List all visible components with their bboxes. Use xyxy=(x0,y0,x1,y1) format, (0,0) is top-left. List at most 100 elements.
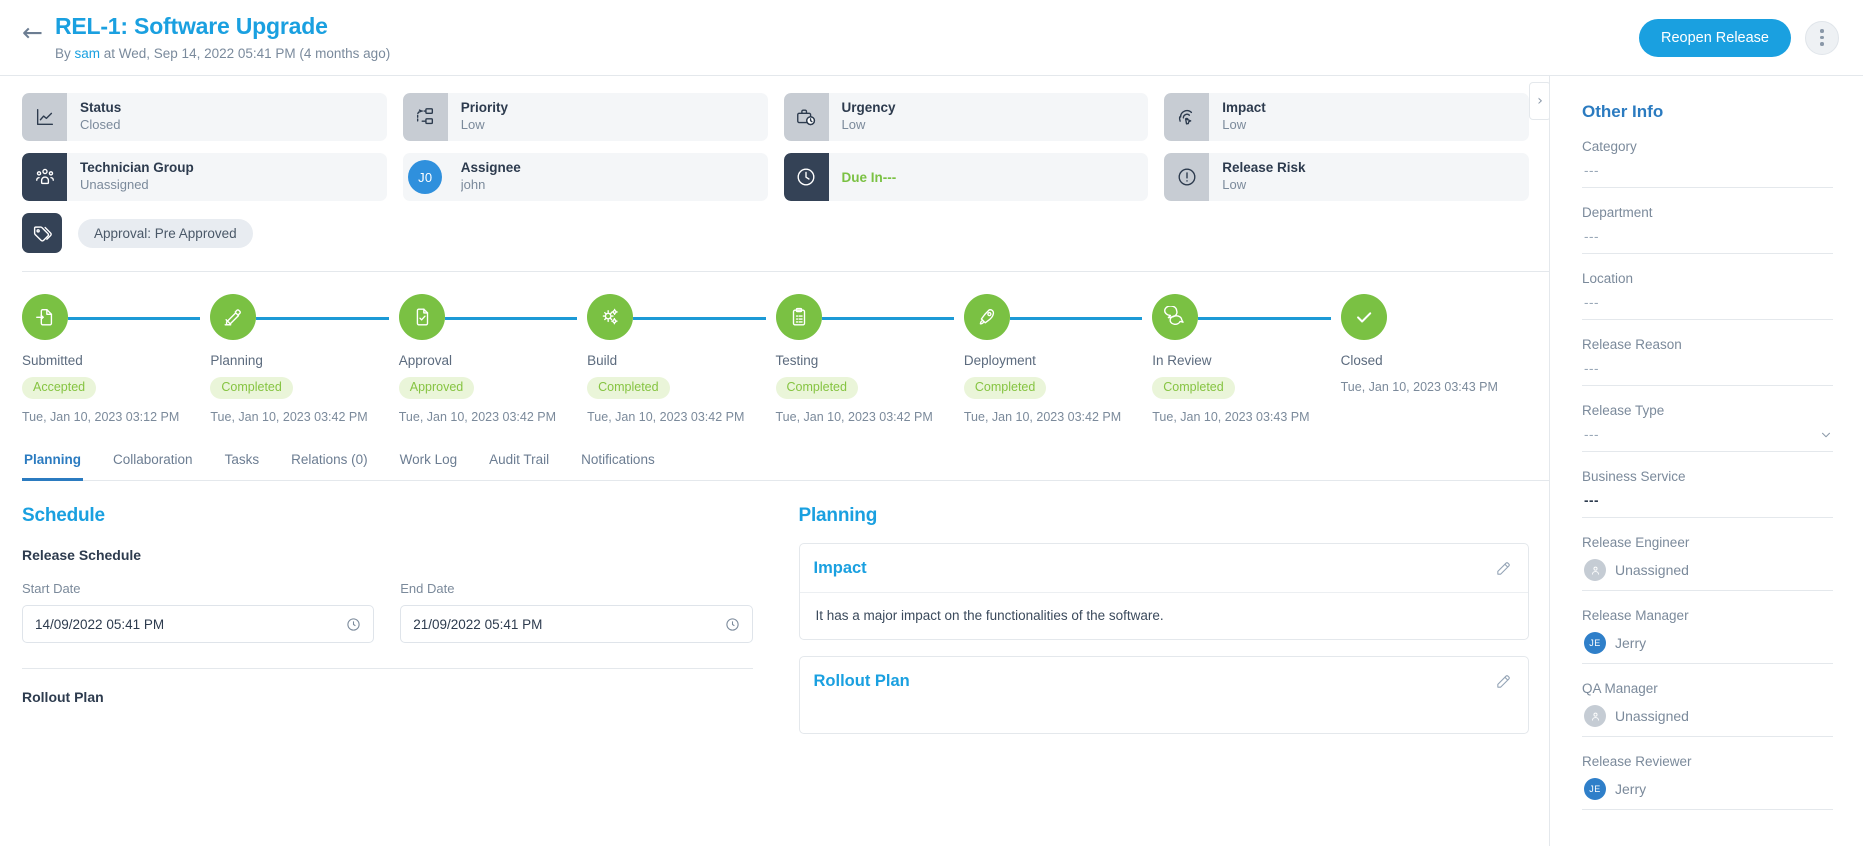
side-field-value[interactable]: --- xyxy=(1582,352,1833,386)
stepper-status-badge: Completed xyxy=(963,377,1047,399)
info-card-row-2: Technician Group Unassigned J0 Assignee john… xyxy=(22,153,1529,201)
info-card-urgency[interactable]: Urgency Low xyxy=(783,93,1149,141)
info-card-label: Technician Group xyxy=(80,159,194,175)
side-field-label: Category xyxy=(1582,139,1637,154)
info-card-row-1: Status Closed Priority Low Urgency Low Impact L… xyxy=(22,93,1529,141)
side-field-person-name: Unassigned xyxy=(1615,708,1689,724)
info-card-impact[interactable]: Impact Low xyxy=(1164,93,1529,141)
side-field-value[interactable]: --- xyxy=(1582,418,1833,452)
info-card-label: Priority xyxy=(460,99,509,115)
main-column: Status Closed Priority Low Urgency Low Impact L… xyxy=(0,76,1550,846)
side-field-label: Release Manager xyxy=(1582,608,1689,623)
side-field-label: Release Reason xyxy=(1582,337,1682,352)
tab-notifications[interactable]: Notifications xyxy=(579,452,657,481)
avatar xyxy=(1584,559,1606,581)
stepper-connector xyxy=(256,317,389,320)
back-arrow-icon[interactable]: ← xyxy=(22,20,43,45)
start-date-label: Start Date xyxy=(22,581,81,597)
tab-content: Schedule Release Schedule Start Date 14/… xyxy=(22,481,1549,735)
planning-block-body: It has a major impact on the functionali… xyxy=(815,608,1164,624)
doc-check-icon xyxy=(398,294,445,340)
stepper-step-planning[interactable]: Planning Completed Tue, Jan 10, 2023 03:42… xyxy=(210,294,398,426)
stepper-status-badge: Completed xyxy=(1152,377,1235,399)
due-in-text: Due In--- xyxy=(841,169,897,185)
end-date-input[interactable]: 21/09/2022 05:41 PM xyxy=(400,605,753,644)
assignee-avatar: J0 xyxy=(408,160,443,194)
tab-relations-0[interactable]: Relations (0) xyxy=(289,452,370,481)
side-field-value[interactable]: --- xyxy=(1582,220,1833,254)
side-field-value[interactable]: --- xyxy=(1582,154,1833,188)
stepper-step-submitted[interactable]: Submitted Accepted Tue, Jan 10, 2023 03:12… xyxy=(22,294,210,426)
info-card-due-in[interactable]: Due In--- xyxy=(783,153,1149,201)
side-field-label: QA Manager xyxy=(1582,681,1658,696)
stepper-connector xyxy=(1009,317,1143,320)
info-card-text: Release Risk Low xyxy=(1209,160,1305,195)
info-card-value: Low xyxy=(1222,177,1247,193)
stepper-step-deployment[interactable]: Deployment Completed Tue, Jan 10, 2023 03:… xyxy=(963,294,1152,426)
planning-block-title: Rollout Plan xyxy=(813,672,910,691)
info-card-text: Urgency Low xyxy=(829,100,896,135)
side-field-value[interactable]: JE Jerry xyxy=(1582,623,1833,664)
check-icon xyxy=(1340,294,1387,340)
info-card-priority[interactable]: Priority Low xyxy=(402,93,768,141)
side-field-release-engineer: Release Engineer Unassigned xyxy=(1582,518,1833,591)
approval-chip[interactable]: Approval: Pre Approved xyxy=(78,218,253,248)
info-card-technician-group[interactable]: Technician Group Unassigned xyxy=(22,153,387,201)
info-card-assignee[interactable]: J0 Assignee john xyxy=(402,153,768,201)
info-card-release-risk[interactable]: Release Risk Low xyxy=(1164,153,1529,201)
info-card-status[interactable]: Status Closed xyxy=(22,93,387,141)
release-detail-page: ← REL-1: Software Upgrade By sam at Wed,… xyxy=(0,0,1863,846)
page-title[interactable]: REL-1: Software Upgrade xyxy=(55,13,390,39)
title-wrap: REL-1: Software Upgrade By sam at Wed, S… xyxy=(54,13,390,62)
stepper-step-date: Tue, Jan 10, 2023 03:42 PM xyxy=(963,409,1122,424)
tab-work-log[interactable]: Work Log xyxy=(398,452,460,481)
stepper-connector xyxy=(444,317,578,320)
side-field-value[interactable]: JE Jerry xyxy=(1582,769,1833,810)
subtitle-by: By xyxy=(54,46,71,62)
info-card-value: Low xyxy=(1222,117,1247,133)
side-field-value[interactable]: Unassigned xyxy=(1582,696,1833,737)
tab-planning[interactable]: Planning xyxy=(22,452,83,482)
info-card-label: Impact xyxy=(1222,99,1266,115)
stepper-connector xyxy=(68,317,201,320)
submit-doc-icon xyxy=(22,294,68,340)
side-field-value[interactable]: --- xyxy=(1582,484,1833,518)
side-field-qa-manager: QA Manager Unassigned xyxy=(1582,664,1833,737)
info-card-text: Priority Low xyxy=(448,100,508,135)
side-field-person-name: Unassigned xyxy=(1615,562,1689,578)
exclamation-circle-icon xyxy=(1164,153,1210,201)
clock-icon[interactable] xyxy=(725,617,740,632)
stepper-step-closed[interactable]: Closed Tue, Jan 10, 2023 03:43 PM xyxy=(1340,294,1529,426)
subtitle-user[interactable]: sam xyxy=(74,46,100,61)
side-field-value[interactable]: Unassigned xyxy=(1582,550,1833,591)
rollout-plan-subheading: Rollout Plan xyxy=(22,689,104,706)
chevron-down-icon[interactable] xyxy=(1819,428,1833,442)
kebab-menu-icon[interactable] xyxy=(1805,20,1839,55)
reopen-release-button[interactable]: Reopen Release xyxy=(1638,18,1791,57)
side-field-value[interactable]: --- xyxy=(1582,286,1833,320)
other-info-heading: Other Info xyxy=(1582,102,1664,121)
tab-collaboration[interactable]: Collaboration xyxy=(111,452,195,481)
stepper-step-in-review[interactable]: In Review Completed Tue, Jan 10, 2023 03:4… xyxy=(1152,294,1340,426)
tab-tasks[interactable]: Tasks xyxy=(223,452,262,481)
tab-bar: Planning Collaboration Tasks Relations (0) W… xyxy=(22,452,1549,482)
pencil-icon[interactable] xyxy=(1495,560,1512,577)
stepper-step-name: In Review xyxy=(1152,353,1212,368)
start-date-input[interactable]: 14/09/2022 05:41 PM xyxy=(22,605,375,644)
tab-audit-trail[interactable]: Audit Trail xyxy=(487,452,551,481)
chat-bubbles-icon xyxy=(1152,294,1199,340)
stepper-step-build[interactable]: Build Completed Tue, Jan 10, 2023 03:42 PM xyxy=(587,294,775,426)
stepper-step-approval[interactable]: Approval Approved Tue, Jan 10, 2023 03:42 … xyxy=(398,294,587,426)
stepper-step-name: Build xyxy=(587,353,618,368)
header-actions: Reopen Release xyxy=(1638,18,1839,57)
planning-block-header: Rollout Plan xyxy=(800,657,1529,705)
briefcase-clock-icon xyxy=(783,93,829,141)
chevron-right-icon[interactable]: › xyxy=(1529,82,1549,120)
end-date-field: End Date 21/09/2022 05:41 PM xyxy=(400,581,753,644)
side-field-label: Release Type xyxy=(1582,403,1665,418)
planning-panel: Planning Impact It has a major impact on … xyxy=(783,481,1529,735)
stepper-step-testing[interactable]: Testing Completed Tue, Jan 10, 2023 03:42 … xyxy=(775,294,964,426)
clock-icon[interactable] xyxy=(346,617,361,632)
pencil-icon[interactable] xyxy=(1495,673,1512,690)
avatar-icon: J0 xyxy=(403,153,448,201)
